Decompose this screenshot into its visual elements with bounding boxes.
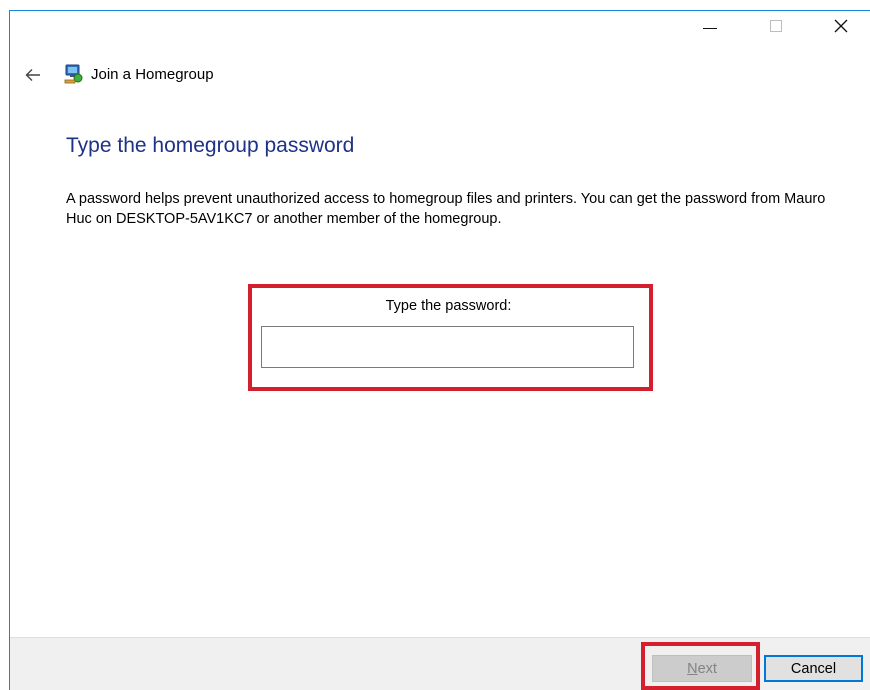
cancel-button[interactable]: Cancel: [764, 655, 863, 682]
back-arrow-icon: [25, 69, 40, 81]
minimize-button[interactable]: [687, 11, 733, 41]
description-text: A password helps prevent unauthorized ac…: [66, 191, 826, 227]
close-button[interactable]: [818, 11, 864, 41]
next-label: ext: [697, 660, 717, 677]
back-button[interactable]: [22, 64, 44, 86]
homegroup-icon: [64, 64, 83, 84]
window-title: Join a Homegroup: [91, 66, 214, 83]
minimize-icon: [703, 27, 717, 29]
password-label: Type the password:: [385, 298, 512, 314]
next-access-key: N: [687, 660, 698, 677]
maximize-button[interactable]: [753, 11, 799, 41]
close-icon: [834, 19, 848, 33]
page-heading: Type the homegroup password: [66, 134, 355, 157]
password-input[interactable]: [261, 326, 634, 368]
next-button[interactable]: Next: [652, 655, 752, 682]
maximize-icon: [770, 20, 782, 32]
